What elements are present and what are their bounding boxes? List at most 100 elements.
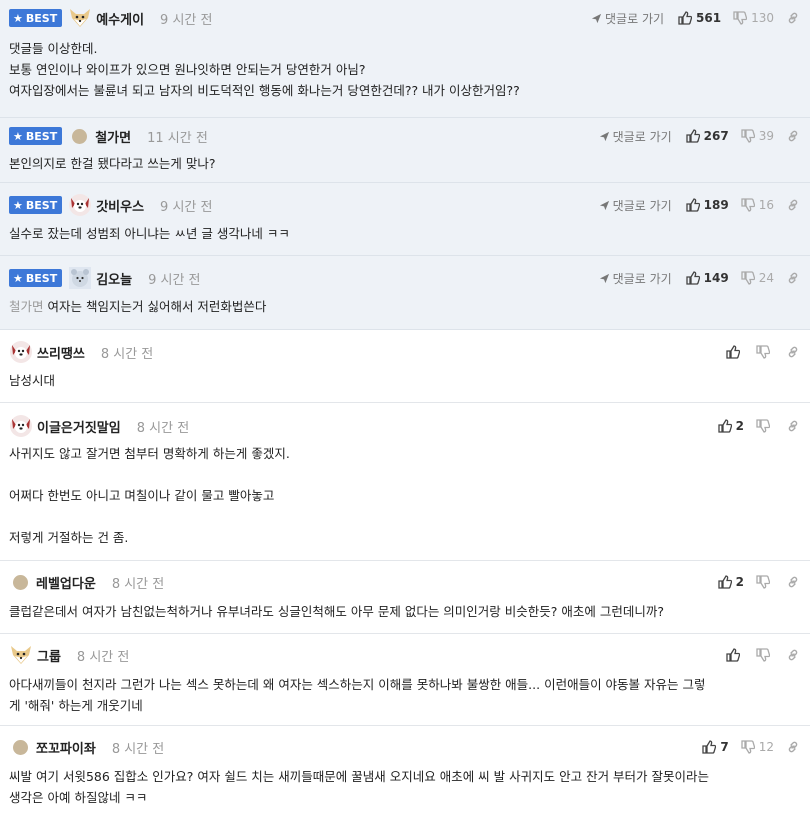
comment-header: ★ BEST 김오늘 9 시간 전 댓글로 가기 149 24 <box>9 262 800 294</box>
timestamp: 11 시간 전 <box>147 130 208 146</box>
downvote-button[interactable]: 24 <box>741 271 774 285</box>
best-badge: ★ BEST <box>9 269 63 287</box>
thumbs-up-icon <box>726 345 740 359</box>
link-icon <box>786 648 800 662</box>
upvote-button[interactable]: 561 <box>678 11 721 25</box>
thumbs-up-icon <box>718 419 732 433</box>
upvote-button[interactable]: 189 <box>686 198 729 212</box>
timestamp: 8 시간 전 <box>111 576 165 592</box>
link-icon <box>786 198 800 212</box>
comment-body: 사귀지도 않고 잘거면 첨부터 명확하게 하는게 좋겠지. 어쩌다 한번도 아니… <box>9 446 290 545</box>
share-link-button[interactable] <box>786 740 800 754</box>
comment-body: 씨발 여기 서윗586 집합소 인가요? 여자 쉴드 치는 새끼들때문에 꿀냄새… <box>9 769 710 805</box>
share-link-button[interactable] <box>786 345 800 359</box>
thumbs-up-icon <box>686 129 700 143</box>
upvote-button[interactable]: 2 <box>718 575 744 589</box>
fox-avatar-icon[interactable] <box>68 6 92 30</box>
dog-avatar-icon[interactable] <box>9 340 33 364</box>
share-link-button[interactable] <box>786 575 800 589</box>
star-icon: ★ <box>13 11 23 25</box>
best-badge: ★ BEST <box>9 196 63 214</box>
timestamp: 8 시간 전 <box>100 346 154 362</box>
default-avatar-icon[interactable] <box>13 739 28 755</box>
bear-avatar-icon[interactable] <box>68 266 92 290</box>
comment: 레벨업다운 8 시간 전 2 클럽같은데서 여자가 남친없는척하거나 유부녀라도… <box>0 561 810 634</box>
downvote-button[interactable]: 12 <box>741 740 774 754</box>
comment-header: ★ BEST 갓비우스 9 시간 전 댓글로 가기 189 16 <box>9 189 800 221</box>
reply-link[interactable]: 댓글로 가기 <box>591 10 664 27</box>
comment-header: 쓰리땡쓰 8 시간 전 <box>9 336 800 368</box>
comment-body: 댓글들 이상한데. 보통 연인이나 와이프가 있으면 원나잇하면 안되는거 당연… <box>9 41 520 98</box>
upvote-button[interactable]: 7 <box>702 740 729 754</box>
comment-header: ★ BEST 예수게이 9 시간 전 댓글로 가기 561 130 <box>9 2 800 34</box>
dog-avatar-icon[interactable] <box>9 414 33 438</box>
thumbs-up-icon <box>678 11 692 25</box>
comment-header: 레벨업다운 8 시간 전 2 <box>9 566 800 598</box>
star-icon: ★ <box>13 129 23 143</box>
thumbs-up-icon <box>686 271 700 285</box>
reply-link[interactable]: 댓글로 가기 <box>599 270 672 287</box>
downvote-button[interactable]: 39 <box>741 129 774 143</box>
best-badge: ★ BEST <box>9 9 63 27</box>
default-avatar-icon[interactable] <box>72 128 88 144</box>
link-icon <box>786 345 800 359</box>
reply-link[interactable]: 댓글로 가기 <box>599 128 672 145</box>
downvote-button[interactable] <box>756 648 774 662</box>
comment-header: 이글은거짓말임 8 시간 전 2 <box>9 410 800 442</box>
reply-link[interactable]: 댓글로 가기 <box>599 197 672 214</box>
downvote-button[interactable]: 130 <box>733 11 774 25</box>
fox-avatar-icon[interactable] <box>9 643 33 667</box>
upvote-button[interactable]: 2 <box>718 419 744 433</box>
nickname[interactable]: 김오늘 <box>96 269 132 288</box>
best-comment: ★ BEST 갓비우스 9 시간 전 댓글로 가기 189 16 실수로 잤는데 … <box>0 183 810 256</box>
best-badge: ★ BEST <box>9 127 63 145</box>
arrow-icon <box>599 200 610 211</box>
nickname[interactable]: 쓰리땡쓰 <box>37 343 85 362</box>
share-link-button[interactable] <box>786 271 800 285</box>
nickname[interactable]: 갓비우스 <box>96 196 144 215</box>
thumbs-up-icon <box>686 198 700 212</box>
thumbs-down-icon <box>756 345 770 359</box>
comment: 쓰리땡쓰 8 시간 전 남성시대 <box>0 330 810 403</box>
comment: 그룹 8 시간 전 아다새끼들이 천지라 그런가 나는 섹스 못하는데 왜 여자… <box>0 634 810 726</box>
nickname[interactable]: 예수게이 <box>96 9 144 28</box>
thumbs-down-icon <box>756 419 770 433</box>
downvote-button[interactable] <box>756 345 774 359</box>
default-avatar-icon[interactable] <box>13 574 28 590</box>
downvote-button[interactable]: 16 <box>741 198 774 212</box>
downvote-button[interactable] <box>756 575 774 589</box>
share-link-button[interactable] <box>786 198 800 212</box>
upvote-button[interactable]: 149 <box>686 271 729 285</box>
nickname[interactable]: 쪼꼬파이좌 <box>36 738 96 757</box>
nickname[interactable]: 철가면 <box>95 127 131 146</box>
dog-avatar-icon[interactable] <box>68 193 92 217</box>
nickname[interactable]: 레벨업다운 <box>36 573 96 592</box>
comment-body: 철가면 여자는 책임지는거 싫어해서 저런화법쓴다 <box>9 299 267 314</box>
share-link-button[interactable] <box>786 129 800 143</box>
timestamp: 9 시간 전 <box>148 272 201 288</box>
thumbs-down-icon <box>741 129 755 143</box>
upvote-button[interactable] <box>726 648 744 662</box>
comment-body: 남성시대 <box>9 373 56 388</box>
link-icon <box>786 740 800 754</box>
thumbs-down-icon <box>733 11 747 25</box>
share-link-button[interactable] <box>786 419 800 433</box>
star-icon: ★ <box>13 198 23 212</box>
mention-link[interactable]: 철가면 <box>9 299 44 314</box>
share-link-button[interactable] <box>786 648 800 662</box>
timestamp: 8 시간 전 <box>111 741 165 757</box>
arrow-icon <box>599 131 610 142</box>
share-link-button[interactable] <box>786 11 800 25</box>
thumbs-up-icon <box>702 740 716 754</box>
star-icon: ★ <box>13 271 23 285</box>
timestamp: 9 시간 전 <box>160 12 213 28</box>
upvote-button[interactable]: 267 <box>686 129 729 143</box>
upvote-button[interactable] <box>726 345 744 359</box>
downvote-button[interactable] <box>756 419 774 433</box>
thumbs-down-icon <box>741 740 755 754</box>
best-comment: ★ BEST 예수게이 9 시간 전 댓글로 가기 561 130 댓글들 이상한… <box>0 0 810 118</box>
nickname[interactable]: 이글은거짓말임 <box>37 417 121 436</box>
thumbs-down-icon <box>741 198 755 212</box>
link-icon <box>786 129 800 143</box>
nickname[interactable]: 그룹 <box>37 646 61 665</box>
